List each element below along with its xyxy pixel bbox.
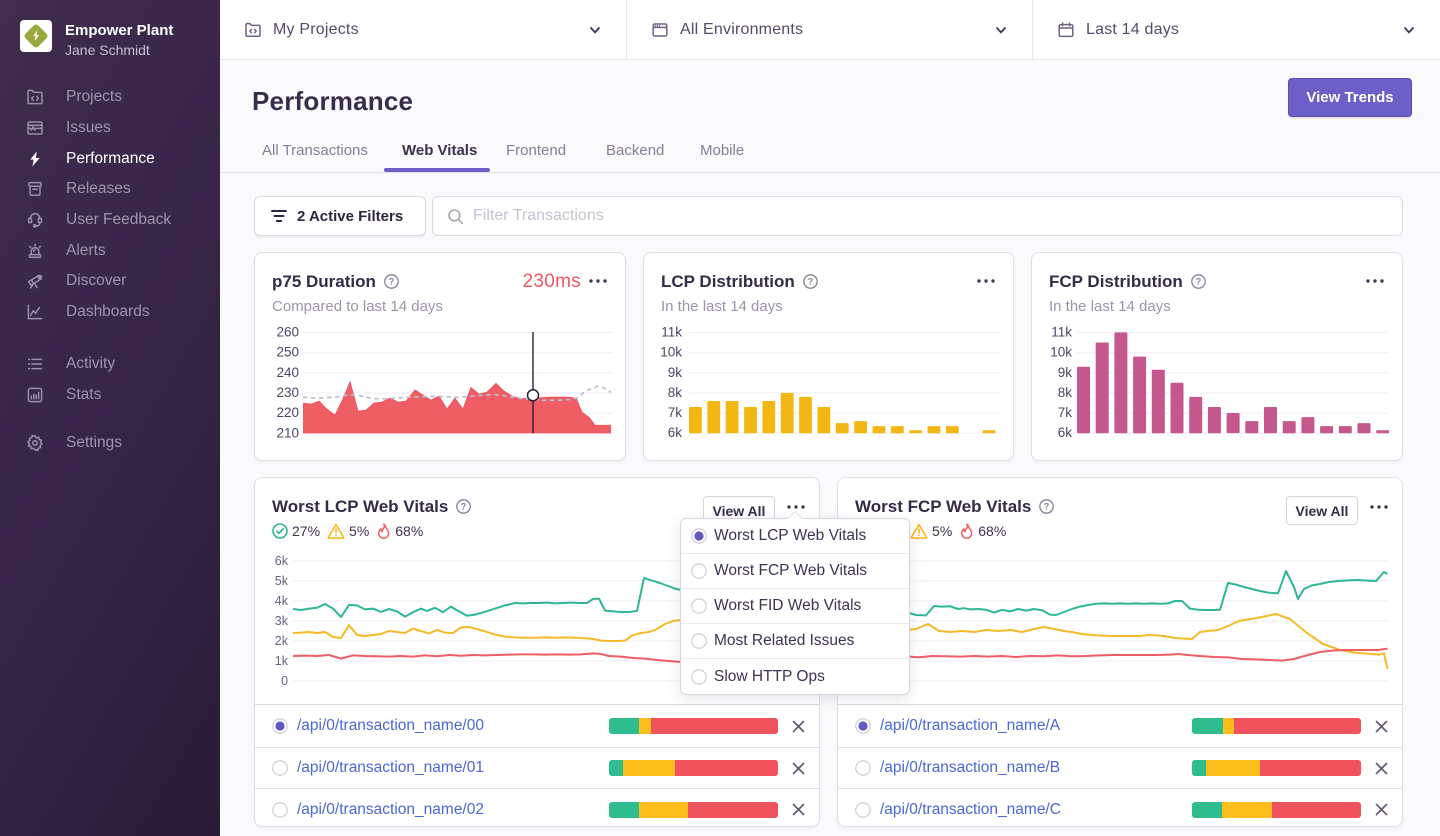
svg-text:6k: 6k [668, 425, 683, 440]
svg-text:11k: 11k [1051, 325, 1072, 340]
svg-text:240: 240 [276, 365, 299, 380]
svg-text:6k: 6k [275, 554, 289, 568]
svg-text:2k: 2k [275, 634, 289, 648]
svg-text:11k: 11k [661, 325, 682, 340]
svg-text:1k: 1k [275, 654, 289, 668]
svg-text:7k: 7k [1058, 405, 1073, 420]
svg-text:8k: 8k [1058, 385, 1073, 400]
svg-text:10k: 10k [660, 345, 682, 360]
svg-text:7k: 7k [668, 405, 683, 420]
svg-text:8k: 8k [668, 385, 683, 400]
svg-text:220: 220 [276, 405, 299, 420]
svg-text:210: 210 [276, 425, 299, 440]
svg-text:230: 230 [276, 385, 299, 400]
svg-text:4k: 4k [275, 594, 289, 608]
svg-text:250: 250 [276, 345, 299, 360]
svg-text:5k: 5k [275, 574, 289, 588]
svg-text:6k: 6k [1058, 425, 1073, 440]
svg-text:9k: 9k [668, 365, 683, 380]
svg-text:3k: 3k [275, 614, 289, 628]
svg-text:0: 0 [281, 674, 288, 688]
svg-text:260: 260 [276, 325, 299, 340]
svg-text:10k: 10k [1050, 345, 1072, 360]
svg-text:9k: 9k [1058, 365, 1073, 380]
